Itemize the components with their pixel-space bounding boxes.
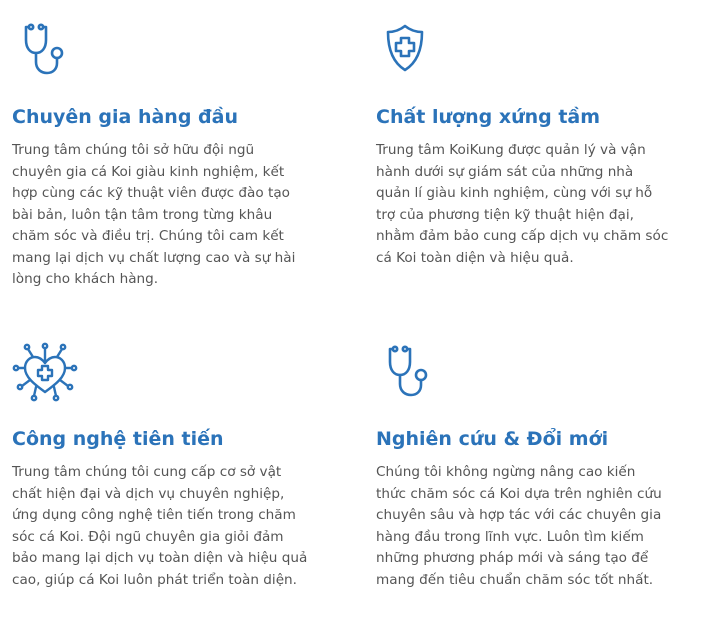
shield-plus-icon <box>376 18 442 84</box>
description-line: nhằm đảm bảo cung cấp dịch vụ chăm sóc <box>376 228 669 244</box>
description-line: bài bản, luôn tận tâm trong từng khâu <box>12 206 273 223</box>
feature-description: Trung tâm KoiKung được quản lý và vận hà… <box>376 140 702 269</box>
description-line: những phương pháp mới và sáng tạo để <box>376 550 649 566</box>
description-line: ứng dụng công nghệ tiên tiến trong chăm <box>12 507 296 523</box>
stethoscope-icon <box>12 18 78 84</box>
description-line: sóc cá Koi. Đội ngũ chuyên gia giỏi đảm <box>12 528 284 545</box>
feature-title: Công nghệ tiên tiến <box>12 428 224 450</box>
description-line: quản lí giàu kinh nghiệm, cùng với sự hỗ <box>376 185 653 201</box>
description-line: Trung tâm chúng tôi sở hữu đội ngũ <box>12 142 255 158</box>
description-line: chăm sóc và điều trị. Chúng tôi cam kết <box>12 228 284 244</box>
description-line: trợ của phương tiện kỹ thuật hiện đại, <box>376 206 634 223</box>
description-line: thức chăm sóc cá Koi dựa trên nghiên cứu <box>376 485 662 502</box>
description-line: cao, giúp cá Koi luôn phát triển toàn di… <box>12 571 297 588</box>
description-line: hợp cùng các kỹ thuật viên được đào tạo <box>12 185 290 201</box>
description-line: Chúng tôi không ngừng nâng cao kiến <box>376 464 636 480</box>
description-line: lòng cho khách hàng. <box>12 271 159 287</box>
feature-card-quality: Chất lượng xứng tầm Trung tâm KoiKung đư… <box>376 18 702 269</box>
features-section: Chuyên gia hàng đầu Trung tâm chúng tôi … <box>0 0 702 632</box>
tech-heart-icon <box>12 340 78 406</box>
description-line: hành dưới sự giám sát của những nhà <box>376 163 634 180</box>
description-line: hàng đầu trong lĩnh vực. Luôn tìm kiếm <box>376 528 644 545</box>
stethoscope-icon <box>376 340 442 406</box>
feature-title: Nghiên cứu & Đổi mới <box>376 428 609 450</box>
feature-card-research: Nghiên cứu & Đổi mới Chúng tôi không ngừ… <box>376 340 702 591</box>
feature-title: Chuyên gia hàng đầu <box>12 106 238 128</box>
feature-card-technology: Công nghệ tiên tiến Trung tâm chúng tôi … <box>12 340 352 591</box>
description-line: mang đến tiêu chuẩn chăm sóc tốt nhất. <box>376 571 654 588</box>
description-line: bảo mang lại dịch vụ toàn diện và hiệu q… <box>12 550 308 566</box>
description-line: chất hiện đại và dịch vụ chuyên nghiệp, <box>12 485 285 502</box>
feature-description: Chúng tôi không ngừng nâng cao kiến thức… <box>376 462 702 591</box>
description-line: chuyên gia cá Koi giàu kinh nghiệm, kết <box>12 163 285 180</box>
description-line: Trung tâm KoiKung được quản lý và vận <box>376 142 646 158</box>
description-line: mang lại dịch vụ chất lượng cao và sự hà… <box>12 249 296 266</box>
feature-card-experts: Chuyên gia hàng đầu Trung tâm chúng tôi … <box>12 18 352 291</box>
feature-title: Chất lượng xứng tầm <box>376 106 601 128</box>
feature-description: Trung tâm chúng tôi cung cấp cơ sở vật c… <box>12 462 352 591</box>
description-line: chuyên sâu và hợp tác với các chuyên gia <box>376 507 662 523</box>
feature-description: Trung tâm chúng tôi sở hữu đội ngũ chuyê… <box>12 140 352 291</box>
description-line: cá Koi toàn diện và hiệu quả. <box>376 249 574 266</box>
description-line: Trung tâm chúng tôi cung cấp cơ sở vật <box>12 464 282 480</box>
